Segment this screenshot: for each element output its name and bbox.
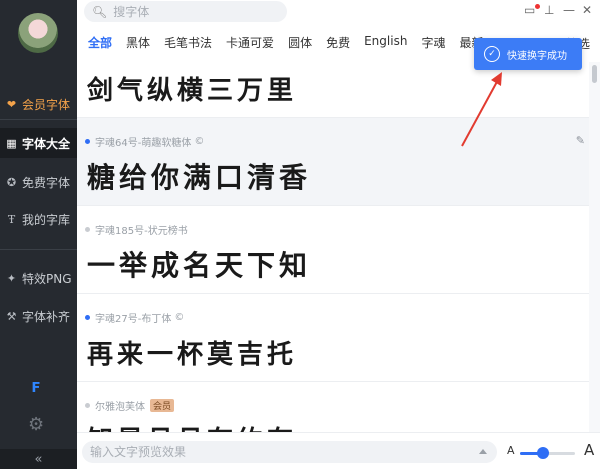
sidebar-item-free-fonts[interactable]: ✪ 免费字体 (0, 167, 77, 197)
search-input[interactable] (113, 4, 274, 19)
font-card[interactable]: 字魂64号-萌趣软糖体 © ✎ 糖给你满口清香 (77, 118, 589, 206)
font-size-large-label: A (584, 441, 595, 459)
heart-diamond-icon: ❤ (6, 97, 17, 111)
font-card[interactable]: 剑气纵横三万里 (77, 62, 589, 118)
scrollbar-thumb[interactable] (592, 65, 597, 83)
scrollbar-track[interactable] (589, 62, 600, 432)
search-icon: 🔍︎ (92, 4, 108, 19)
pencil-icon[interactable]: ✎ (576, 134, 585, 147)
minimize-icon[interactable]: — (563, 3, 575, 17)
font-card[interactable]: 字魂27号-布丁体 © 再来一杯莫吉托 (77, 294, 589, 382)
bullet (85, 315, 90, 320)
font-meta: 字魂185号-状元榜书 (85, 222, 188, 237)
tab-round[interactable]: 圆体 (288, 34, 312, 52)
bullet (85, 139, 90, 144)
app-logo-icon: ꜰ (31, 376, 42, 397)
preview-toolbar: A A (77, 432, 600, 469)
copyright-icon: © (174, 312, 185, 323)
bullet (85, 227, 90, 232)
close-icon[interactable]: ✕ (582, 3, 592, 17)
font-meta: 字魂27号-布丁体 © (85, 310, 184, 325)
grid-icon: ▦ (6, 136, 17, 150)
sidebar: ❤ 会员字体 ▦ 字体大全 ✪ 免费字体 Ŧ 我的字库 ✦ 特效PNG ⚒ 字体… (0, 0, 77, 469)
font-size-slider[interactable] (520, 447, 575, 459)
check-circle-icon: ✓ (484, 46, 500, 62)
slider-knob[interactable] (537, 447, 550, 459)
badge-icon: ✪ (6, 175, 17, 189)
triangle-up-icon[interactable] (479, 449, 487, 454)
font-preview: 再来一杯莫吉托 (87, 340, 298, 370)
sidebar-item-label: 免费字体 (22, 175, 71, 190)
sidebar-item-vip-fonts[interactable]: ❤ 会员字体 (0, 89, 77, 119)
double-chevron-left-icon: « (34, 451, 43, 467)
notification-dot (535, 4, 540, 9)
font-meta: 字魂64号-萌趣软糖体 © (85, 134, 204, 149)
sidebar-item-label: 字体补齐 (22, 309, 71, 324)
sidebar-item-label: 我的字库 (22, 212, 71, 227)
divider (0, 119, 77, 120)
search-box[interactable]: 🔍︎ (84, 1, 287, 22)
sidebar-item-label: 会员字体 (22, 97, 71, 112)
tab-hei[interactable]: 黑体 (126, 34, 150, 52)
tab-cartoon[interactable]: 卡通可爱 (226, 34, 274, 52)
bullet (85, 403, 90, 408)
vip-badge: 会员 (150, 399, 175, 412)
pin-icon[interactable]: ⊥ (544, 3, 554, 17)
collapse-sidebar-button[interactable]: « (0, 449, 77, 469)
tab-all[interactable]: 全部 (88, 34, 112, 52)
font-name: 字魂27号-布丁体 (95, 314, 172, 325)
font-card[interactable]: 字魂185号-状元榜书 一举成名天下知 (77, 206, 589, 294)
gear-icon[interactable]: ⚙ (28, 414, 44, 435)
preview-text-input[interactable] (90, 445, 470, 459)
sidebar-item-font-fill[interactable]: ⚒ 字体补齐 (0, 301, 77, 331)
sidebar-item-my-library[interactable]: Ŧ 我的字库 (0, 204, 77, 234)
red-arrow-annotation (461, 72, 502, 147)
tab-english[interactable]: English (364, 34, 407, 52)
font-name: 字魂185号-状元榜书 (95, 226, 188, 237)
sidebar-item-label: 字体大全 (22, 136, 71, 151)
font-preview: 糖给你满口清香 (87, 161, 312, 194)
tab-free[interactable]: 免费 (326, 34, 350, 52)
font-name: 字魂64号-萌趣软糖体 (95, 138, 192, 149)
preview-text-box[interactable] (82, 441, 497, 463)
tab-brush[interactable]: 毛笔书法 (164, 34, 212, 52)
font-name: 尔雅泡芙体 (95, 402, 145, 413)
magic-wand-icon: ✦ (6, 271, 17, 285)
success-toast: ✓ 快速换字成功 (474, 38, 582, 70)
font-meta: 尔雅泡芙体 会员 (85, 398, 175, 413)
category-tabs: 全部 黑体 毛笔书法 卡通可爱 圆体 免费 English 字魂 最新 (88, 34, 497, 52)
font-preview: 一举成名天下知 (87, 249, 312, 282)
divider (0, 249, 77, 250)
sidebar-item-all-fonts[interactable]: ▦ 字体大全 (0, 128, 77, 158)
avatar[interactable] (18, 13, 58, 53)
sidebar-item-label: 特效PNG (22, 271, 72, 286)
sidebar-item-effect-png[interactable]: ✦ 特效PNG (0, 263, 77, 293)
font-preview: 剑气纵横三万里 (87, 76, 298, 106)
font-size-small-label: A (507, 444, 515, 457)
tab-zihun[interactable]: 字魂 (421, 34, 445, 52)
wrench-icon: ⚒ (6, 309, 17, 323)
font-card[interactable]: 尔雅泡芙体 会员 知是月月有约有 (77, 382, 589, 432)
toast-text: 快速换字成功 (507, 50, 567, 62)
message-icon[interactable]: ▭ (524, 3, 535, 17)
font-tt-icon: Ŧ (7, 212, 16, 226)
font-list: 剑气纵横三万里 字魂64号-萌趣软糖体 © ✎ 糖给你满口清香 字魂185号-状… (77, 62, 589, 432)
copyright-icon: © (194, 136, 205, 147)
font-preview: 知是月月有约有 (87, 420, 297, 432)
